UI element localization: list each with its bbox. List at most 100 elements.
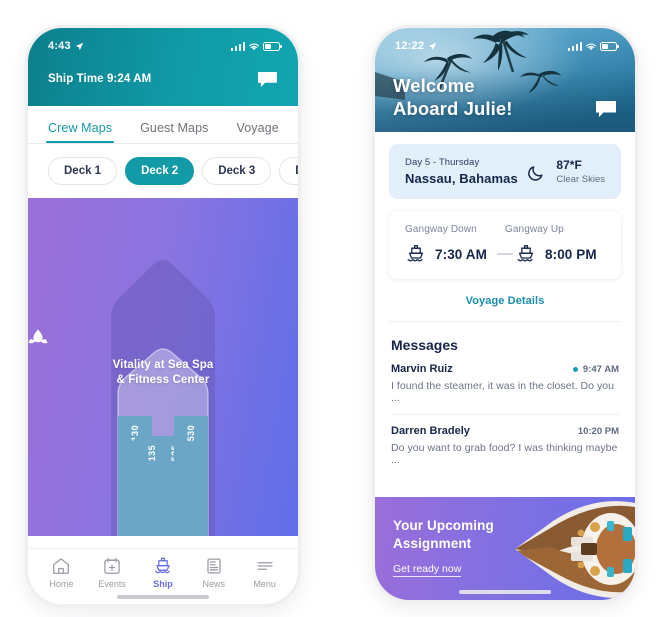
gangway-down: 7:30 AM: [405, 243, 495, 265]
tab-guest-maps-label: Guest Maps: [140, 121, 209, 135]
tab-menu[interactable]: Menu: [242, 556, 288, 589]
left-status-bar: 4:43: [28, 28, 298, 58]
message-sender: Darren Bradely: [391, 425, 470, 437]
phone-right: 12:22 Welcome Aboard Julie! Day 5 - Thur…: [375, 28, 635, 600]
deck-chip-2[interactable]: Deck 2: [125, 157, 195, 185]
deck-chip-3[interactable]: Deck 3: [202, 157, 272, 185]
tab-menu-label: Menu: [253, 579, 276, 589]
message-time: 9:47 AM: [582, 363, 619, 375]
home-indicator: [459, 590, 551, 594]
message-meta: 9:47 AM: [572, 363, 619, 375]
tab-news-label: News: [202, 579, 226, 589]
message-meta: 10:20 PM: [578, 426, 619, 437]
status-time: 12:22: [395, 40, 425, 52]
gangway-down-time: 7:30 AM: [435, 246, 487, 262]
message-item-marvin-ruiz[interactable]: Marvin Ruiz 9:47 AM I found the steamer,…: [375, 363, 635, 414]
room-number-135: 135: [146, 445, 157, 462]
messages-heading: Messages: [391, 337, 458, 353]
moon-icon: [528, 165, 543, 181]
tab-voyage-label: Voyage: [236, 121, 279, 135]
weather-card[interactable]: Day 5 - Thursday Nassau, Bahamas 87*F Cl…: [389, 144, 621, 199]
tab-ship-label: Ship: [153, 579, 173, 589]
weather-conditions: 87*F Clear Skies: [527, 158, 605, 185]
promo-title-line1: Your Upcoming: [393, 518, 494, 533]
newspaper-icon: [207, 558, 221, 574]
weather-temperature: 87*F: [556, 158, 582, 172]
tab-events[interactable]: Events: [89, 556, 135, 589]
home-indicator: [117, 595, 209, 599]
tab-guest-maps[interactable]: Guest Maps: [140, 121, 208, 143]
deck-map[interactable]: Vitality at Sea Spa & Fitness Center 130…: [28, 198, 298, 536]
tab-home-label: Home: [49, 579, 74, 589]
gangway-up-time: 8:00 PM: [545, 246, 597, 262]
gangway-times: 7:30 AM 8:00 PM: [405, 243, 605, 265]
status-right: [230, 41, 282, 51]
message-header: Darren Bradely 10:20 PM: [391, 425, 619, 437]
room-number-530: 530: [186, 425, 196, 442]
message-header: Marvin Ruiz 9:47 AM: [391, 363, 619, 375]
welcome-line2: Aboard Julie!: [393, 98, 513, 119]
calendar-plus-icon: [104, 557, 120, 574]
tab-home[interactable]: Home: [38, 556, 84, 589]
tab-events-label: Events: [98, 579, 126, 589]
tab-news[interactable]: News: [191, 556, 237, 589]
status-left: 12:22: [395, 40, 437, 52]
ship-time-label: Ship Time 9:24 AM: [48, 73, 152, 85]
deck-chip-4-label: Deck 4: [295, 165, 298, 177]
weather-port: Nassau, Bahamas: [405, 171, 518, 186]
gangway-divider: [497, 253, 513, 255]
cellular-signal-icon: [230, 41, 245, 51]
tab-crew-maps-label: Crew Maps: [48, 121, 113, 135]
right-status-bar: 12:22: [375, 28, 635, 58]
gangway-card[interactable]: Gangway Down Gangway Up 7:30 AM 8:00 PM: [389, 211, 621, 279]
location-arrow-icon: [75, 42, 84, 50]
gangway-up: 8:00 PM: [515, 243, 605, 265]
ship-icon: [407, 245, 424, 262]
unread-dot-icon: [572, 366, 578, 372]
spa-lotus-icon: [28, 329, 48, 344]
chat-bubble-icon[interactable]: [257, 71, 278, 88]
tab-voyage[interactable]: Voyage: [237, 121, 279, 143]
promo-title-line2: Assignment: [393, 536, 472, 551]
chat-bubble-icon[interactable]: [595, 100, 617, 118]
status-right: [567, 41, 619, 51]
message-item-darren-bradely[interactable]: Darren Bradely 10:20 PM Do you want to g…: [375, 425, 635, 476]
welcome-line1: Welcome: [393, 75, 475, 96]
voyage-details-link[interactable]: Voyage Details: [375, 279, 635, 321]
tab-crew-maps[interactable]: Crew Maps: [45, 121, 115, 143]
get-ready-now-link[interactable]: Get ready now: [393, 563, 462, 577]
promo-text: Your Upcoming Assignment Get ready now: [393, 517, 494, 577]
home-content: Day 5 - Thursday Nassau, Bahamas 87*F Cl…: [375, 132, 635, 600]
left-header: 4:43 Ship Time 9:24 AM: [28, 28, 298, 106]
wifi-icon: [249, 43, 259, 50]
battery-icon: [263, 41, 282, 51]
room-block-530[interactable]: 530: [174, 416, 208, 536]
message-preview: I found the steamer, it was in the close…: [391, 380, 615, 404]
weather-readout: 87*F Clear Skies: [556, 158, 605, 185]
location-arrow-icon: [428, 42, 437, 50]
home-icon: [53, 558, 70, 574]
ship-icon: [517, 245, 534, 262]
deck-chip-3-label: Deck 3: [218, 165, 256, 177]
welcome-greeting: Welcome Aboard Julie!: [393, 74, 513, 120]
wifi-icon: [586, 43, 596, 50]
ship-icon: [155, 557, 170, 574]
venue-icon-wrap: [28, 328, 298, 350]
status-left: 4:43: [48, 40, 84, 52]
gangway-up-label: Gangway Up: [505, 224, 564, 235]
upcoming-assignment-banner[interactable]: Your Upcoming Assignment Get ready now: [375, 497, 635, 600]
gangway-headers: Gangway Down Gangway Up: [405, 224, 605, 235]
room-blocks: 130 135 535 530: [28, 416, 298, 536]
left-screen: 4:43 Ship Time 9:24 AM Crew Maps Guest M…: [28, 28, 298, 604]
message-time: 10:20 PM: [577, 425, 619, 437]
deck-chip-4[interactable]: Deck 4: [279, 157, 298, 185]
phone-left: 4:43 Ship Time 9:24 AM Crew Maps Guest M…: [28, 28, 298, 604]
bottom-tab-bar: Home Events Ship News Menu: [28, 548, 298, 604]
deck-chip-1[interactable]: Deck 1: [48, 157, 118, 185]
left-title-bar: Ship Time 9:24 AM: [28, 58, 298, 92]
deck-chip-2-label: Deck 2: [141, 165, 179, 177]
weather-day: Day 5 - Thursday: [405, 157, 480, 168]
tab-ship[interactable]: Ship: [140, 556, 186, 589]
deck-selector[interactable]: Deck 1 Deck 2 Deck 3 Deck 4: [28, 144, 298, 198]
message-sender: Marvin Ruiz: [391, 363, 453, 375]
